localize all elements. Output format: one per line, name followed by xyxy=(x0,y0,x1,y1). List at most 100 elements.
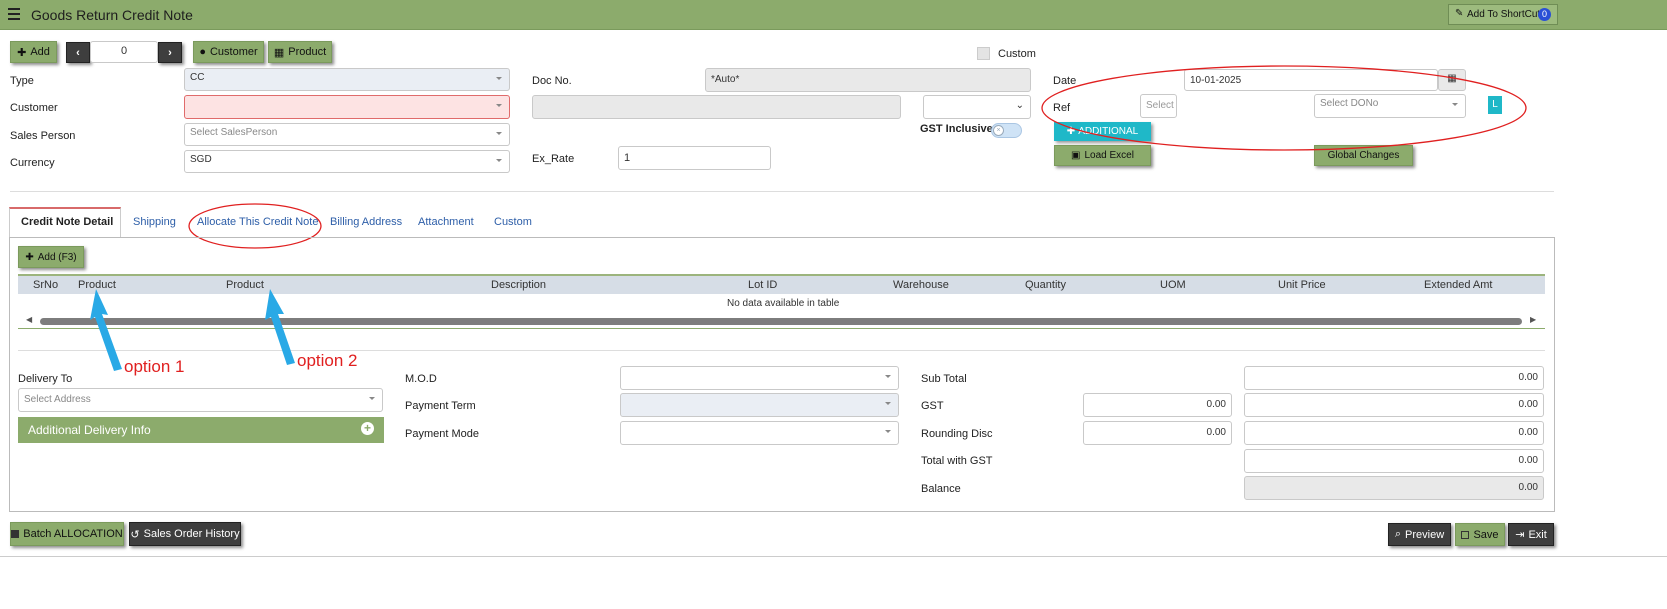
type-label: Type xyxy=(10,75,34,87)
subtotal-input[interactable]: 0.00 xyxy=(1244,366,1544,390)
tab-billing-address[interactable]: Billing Address xyxy=(330,216,402,228)
tab-credit-note-detail-label: Credit Note Detail xyxy=(21,216,114,228)
shortcut-count-badge: 0 xyxy=(1538,8,1551,21)
col-lot-id[interactable]: Lot ID xyxy=(748,279,777,291)
divider xyxy=(10,191,1554,192)
scroll-right-icon[interactable]: ▶ xyxy=(1530,315,1536,325)
section-divider xyxy=(18,350,1545,351)
mod-label: M.O.D xyxy=(405,373,437,385)
type-select[interactable]: CC xyxy=(184,68,510,91)
additional-delivery-info-bar[interactable]: Additional Delivery Info + xyxy=(18,417,384,443)
caret-icon xyxy=(369,397,375,400)
add-to-shortcut-button[interactable]: ✎ Add To ShortCut 0 xyxy=(1448,4,1558,25)
custom-checkbox-label: Custom xyxy=(998,48,1036,60)
exrate-input[interactable]: 1 xyxy=(618,146,771,170)
next-button[interactable]: › xyxy=(158,42,182,63)
col-uom[interactable]: UOM xyxy=(1160,279,1186,291)
customer-button[interactable]: ● Customer xyxy=(193,41,264,63)
caret-icon xyxy=(885,375,891,378)
customer-extra-select[interactable]: ⌄ xyxy=(923,95,1031,119)
total-with-gst-input[interactable]: 0.00 xyxy=(1244,449,1544,473)
sales-order-history-button[interactable]: ↺ Sales Order History xyxy=(129,522,241,546)
add-row-button[interactable]: ✚ Add (F3) xyxy=(18,246,84,268)
history-icon: ↺ xyxy=(130,528,140,541)
currency-label: Currency xyxy=(10,157,55,169)
menu-icon[interactable] xyxy=(8,8,20,20)
tab-attachment[interactable]: Attachment xyxy=(418,216,474,228)
exit-icon: ⇥ xyxy=(1515,529,1525,541)
caret-icon xyxy=(496,104,502,107)
docno-label: Doc No. xyxy=(532,75,572,87)
tab-shipping[interactable]: Shipping xyxy=(133,216,176,228)
search-icon: ⌕ xyxy=(1394,528,1402,540)
grid-icon: ▦ xyxy=(273,46,285,59)
subtotal-label: Sub Total xyxy=(921,373,967,385)
address-select[interactable]: Select Address xyxy=(18,388,383,412)
rounding-amount-input[interactable]: 0.00 xyxy=(1244,421,1544,445)
col-warehouse[interactable]: Warehouse xyxy=(893,279,949,291)
customer-select[interactable] xyxy=(184,95,510,119)
user-icon: ● xyxy=(199,46,206,58)
rounding-rate-input[interactable]: 0.00 xyxy=(1083,421,1232,445)
prev-button[interactable]: ‹ xyxy=(66,42,90,63)
caret-icon xyxy=(885,402,891,405)
tab-custom[interactable]: Custom xyxy=(494,216,532,228)
col-unit-price[interactable]: Unit Price xyxy=(1278,279,1326,291)
gst-label: GST xyxy=(921,400,944,412)
plus-icon: ✚ xyxy=(17,46,27,59)
docno-input[interactable]: *Auto* xyxy=(705,68,1031,92)
caret-icon xyxy=(496,132,502,135)
gst-rate-input[interactable]: 0.00 xyxy=(1083,393,1232,417)
payment-term-select[interactable] xyxy=(620,393,899,417)
gst-inclusive-toggle[interactable]: × xyxy=(991,123,1022,138)
caret-icon xyxy=(885,430,891,433)
customer-name-input[interactable] xyxy=(532,95,901,119)
col-extended-amt[interactable]: Extended Amt xyxy=(1424,279,1493,291)
caret-icon xyxy=(496,159,502,162)
payment-mode-select[interactable] xyxy=(620,421,899,445)
batch-allocation-button[interactable]: Batch ALLOCATION xyxy=(10,522,124,546)
rounding-disc-label: Rounding Disc xyxy=(921,428,993,440)
balance-input[interactable]: 0.00 xyxy=(1244,476,1544,500)
exrate-label: Ex_Rate xyxy=(532,153,575,165)
col-product-2[interactable]: Product xyxy=(226,279,264,291)
add-button[interactable]: ✚ Add xyxy=(10,41,57,63)
customer-label: Customer xyxy=(10,102,58,114)
product-button[interactable]: ▦ Product xyxy=(268,41,332,63)
total-with-gst-label: Total with GST xyxy=(921,455,993,467)
arrow-option2 xyxy=(265,289,295,365)
col-quantity[interactable]: Quantity xyxy=(1025,279,1066,291)
custom-checkbox[interactable] xyxy=(977,47,990,60)
title-bar xyxy=(0,0,1667,30)
delivery-to-label: Delivery To xyxy=(18,373,73,385)
chevron-right-icon: › xyxy=(168,46,172,59)
col-description[interactable]: Description xyxy=(491,279,546,291)
toggle-knob-icon: × xyxy=(993,125,1004,136)
mod-select[interactable] xyxy=(620,366,899,390)
plus-icon: ✚ xyxy=(25,251,34,263)
chevron-left-icon: ‹ xyxy=(76,46,80,59)
exit-button[interactable]: ⇥ Exit xyxy=(1508,523,1554,546)
record-number-input[interactable]: 0 xyxy=(90,41,158,63)
salesperson-label: Sales Person xyxy=(10,130,76,142)
currency-select[interactable]: SGD xyxy=(184,150,510,173)
scroll-left-icon[interactable]: ◀ xyxy=(26,315,32,325)
preview-button[interactable]: ⌕ Preview xyxy=(1388,523,1451,546)
chevron-down-icon: ⌄ xyxy=(1015,100,1024,111)
annotation-option1: option 1 xyxy=(124,357,185,376)
page-title: Goods Return Credit Note xyxy=(31,7,193,23)
payment-term-label: Payment Term xyxy=(405,400,476,412)
grid-empty-message: No data available in table xyxy=(727,298,840,309)
arrow-option1 xyxy=(90,289,122,371)
shortcut-label: Add To ShortCut xyxy=(1467,9,1541,20)
highlight-ellipse xyxy=(1041,65,1527,151)
plus-circle-icon: + xyxy=(361,422,374,435)
link-icon: ✎ xyxy=(1455,8,1464,19)
salesperson-select[interactable]: Select SalesPerson xyxy=(184,123,510,146)
payment-mode-label: Payment Mode xyxy=(405,428,479,440)
col-srno[interactable]: SrNo xyxy=(33,279,58,291)
caret-icon xyxy=(496,77,502,80)
save-disk-icon xyxy=(11,530,20,538)
save-button[interactable]: Save xyxy=(1455,523,1505,546)
gst-amount-input[interactable]: 0.00 xyxy=(1244,393,1544,417)
